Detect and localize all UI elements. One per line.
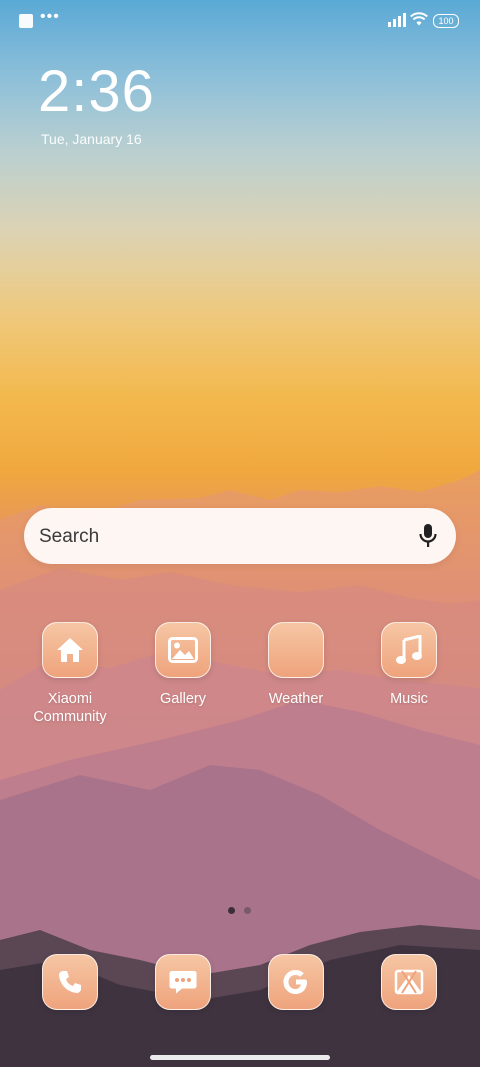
status-bar: ••• 100: [0, 0, 480, 40]
app-gallery[interactable]: Gallery: [128, 622, 238, 708]
mic-icon[interactable]: [418, 523, 438, 549]
wifi-icon: [410, 12, 428, 26]
battery-icon: 100: [433, 14, 459, 28]
dock-google[interactable]: [241, 954, 351, 1010]
search-placeholder: Search: [39, 526, 100, 547]
signal-icon: [388, 13, 406, 27]
clock-date[interactable]: Tue, January 16: [41, 131, 142, 147]
app-label: Weather: [268, 691, 324, 707]
music-icon: [381, 622, 437, 678]
google-icon: [268, 954, 324, 1010]
app-xiaomi-community[interactable]: Xiaomi Community: [15, 622, 125, 726]
dock-phone[interactable]: [15, 954, 125, 1010]
app-label: Gallery: [160, 691, 206, 707]
home-screen: ••• 100 2:36 Tue, January 16 Search Xiao…: [0, 0, 480, 1067]
page-dot[interactable]: [244, 907, 251, 914]
home-icon: [42, 622, 98, 678]
more-dots-icon: •••: [40, 8, 60, 25]
messages-icon: [155, 954, 211, 1010]
app-label: Xiaomi Community: [33, 691, 107, 725]
notification-square-icon: [19, 14, 33, 28]
dock-messages[interactable]: [128, 954, 238, 1010]
search-bar[interactable]: Search: [24, 508, 456, 564]
camera-icon: [381, 954, 437, 1010]
home-indicator[interactable]: [150, 1055, 330, 1060]
phone-icon: [42, 954, 98, 1010]
gallery-icon: [155, 622, 211, 678]
app-label: Music: [390, 691, 428, 707]
app-music[interactable]: Music: [354, 622, 464, 708]
weather-icon: [268, 622, 324, 678]
page-dot-active[interactable]: [228, 907, 235, 914]
dock-camera[interactable]: [354, 954, 464, 1010]
app-weather[interactable]: Weather: [241, 622, 351, 708]
clock-time[interactable]: 2:36: [38, 58, 155, 125]
